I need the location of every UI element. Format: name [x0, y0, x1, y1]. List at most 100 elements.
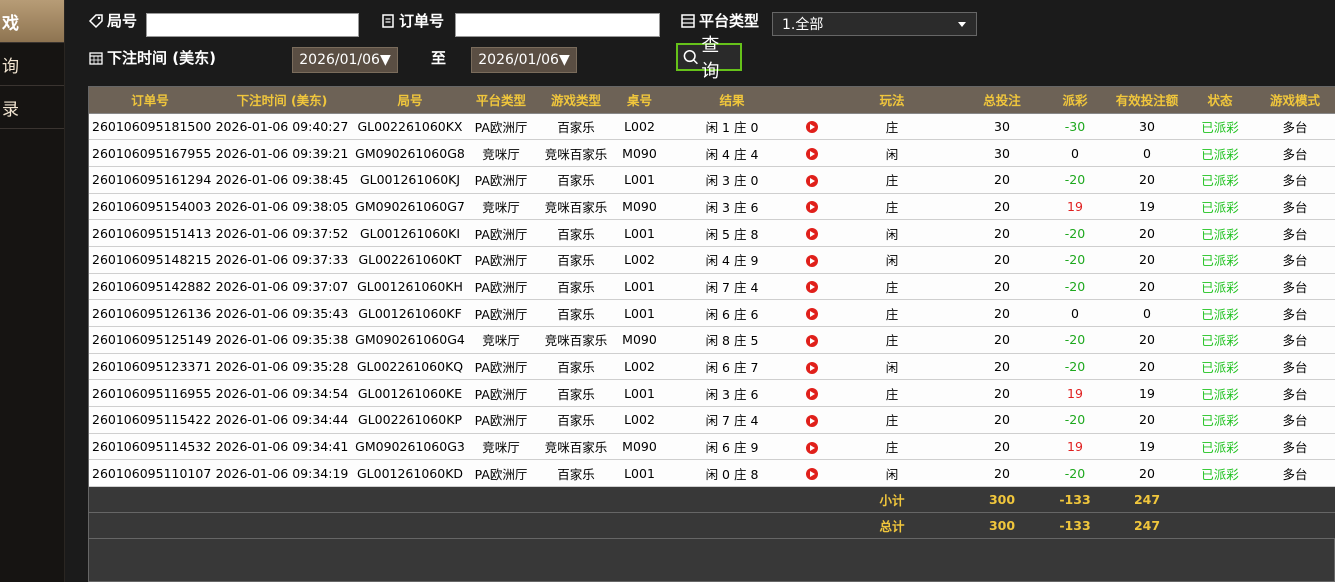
filter-bar: 局号 订单号 平台类型 1.全部 下注时间 (美东) 2026/01/06▼ 至…	[80, 0, 1335, 86]
order-input[interactable]	[455, 13, 660, 37]
video-play-icon[interactable]	[806, 388, 818, 401]
video-play-icon[interactable]	[806, 334, 818, 347]
cell-result: 闲 0 庄 8	[705, 466, 759, 482]
cell-mode: 多台	[1282, 279, 1308, 295]
cell-game-type: 竞咪百家乐	[544, 199, 608, 215]
header-mode: 游戏模式	[1254, 87, 1335, 114]
cell-video[interactable]	[802, 140, 822, 167]
video-play-icon[interactable]	[806, 468, 818, 481]
cell-status: 已派彩	[1201, 413, 1239, 429]
date-from-picker[interactable]: 2026/01/06▼	[292, 47, 398, 73]
cell-status: 已派彩	[1201, 386, 1239, 402]
cell-video[interactable]	[802, 220, 822, 247]
video-play-icon[interactable]	[806, 254, 818, 267]
cell-platform: 竞咪厅	[482, 146, 520, 162]
search-button[interactable]: 查询	[676, 35, 742, 82]
cell-order: 260106095126136	[92, 305, 211, 321]
cell-play: 闲	[885, 466, 899, 482]
video-play-icon[interactable]	[806, 121, 818, 134]
table-row[interactable]: 260106095142882 2026-01-06 09:37:07 GL0012…	[89, 273, 1335, 300]
video-play-icon[interactable]	[806, 308, 818, 321]
cell-mode: 多台	[1282, 199, 1308, 215]
cell-video[interactable]	[802, 193, 822, 220]
cell-order: 260106095154003	[92, 198, 211, 214]
cell-payout: 0	[1071, 145, 1079, 161]
cell-play: 闲	[885, 226, 899, 242]
table-row[interactable]: 260106095116955 2026-01-06 09:34:54 GL0012…	[89, 379, 1335, 407]
sidebar-item-game[interactable]: 戏	[0, 0, 64, 43]
cell-mode: 多台	[1282, 413, 1308, 429]
cell-video[interactable]	[802, 380, 822, 407]
cell-video[interactable]	[802, 113, 822, 140]
cell-table-no: L001	[624, 305, 655, 321]
cell-video[interactable]	[802, 327, 822, 354]
header-payout: 派彩	[1042, 87, 1108, 114]
cell-video[interactable]	[802, 246, 822, 273]
cell-game-type: 百家乐	[557, 119, 595, 135]
sidebar-item-record[interactable]: 录	[0, 86, 64, 129]
cell-game-type: 百家乐	[557, 226, 595, 242]
cell-video[interactable]	[802, 433, 822, 460]
video-play-icon[interactable]	[806, 441, 818, 454]
table-row[interactable]: 260106095114532 2026-01-06 09:34:41 GM0902…	[89, 433, 1335, 460]
cell-mode: 多台	[1282, 333, 1308, 349]
video-play-icon[interactable]	[806, 281, 818, 294]
cell-play: 闲	[885, 146, 899, 162]
video-play-icon[interactable]	[806, 228, 818, 241]
tag-icon	[88, 13, 103, 28]
cell-total-bet: 20	[994, 385, 1010, 401]
cell-total-bet: 20	[994, 332, 1010, 348]
cell-platform: 竞咪厅	[482, 333, 520, 349]
table-row[interactable]: 260106095151413 2026-01-06 09:37:52 GL0012…	[89, 219, 1335, 247]
platform-select[interactable]: 1.全部	[772, 12, 977, 36]
cell-round: GM090261060G8	[355, 145, 465, 161]
header-bet-time: 下注时间 (美东)	[211, 87, 353, 114]
cell-round: GL001261060KI	[359, 225, 461, 241]
round-label: 局号	[88, 10, 137, 31]
cell-round: GL002261060KP	[358, 412, 462, 428]
video-play-icon[interactable]	[806, 174, 818, 187]
cell-round: GL002261060KT	[358, 252, 462, 268]
cell-payout: 19	[1067, 439, 1083, 455]
table-row[interactable]: 260106095154003 2026-01-06 09:38:05 GM0902…	[89, 193, 1335, 220]
video-play-icon[interactable]	[806, 361, 818, 374]
chevron-down-icon	[958, 22, 966, 27]
page: 戏 询 录 局号 订单号 平台类型 1.全部 下注时间 (美东) 2026/01…	[0, 0, 1335, 582]
header-order: 订单号	[89, 87, 211, 114]
cell-video[interactable]	[802, 353, 822, 380]
header-valid-bet: 有效投注额	[1108, 87, 1186, 114]
cell-total-bet: 20	[994, 172, 1010, 188]
date-to-picker[interactable]: 2026/01/06▼	[471, 47, 577, 73]
cell-platform: 竞咪厅	[482, 199, 520, 215]
cell-order: 260106095115422	[92, 412, 211, 428]
video-play-icon[interactable]	[806, 201, 818, 214]
cell-video[interactable]	[802, 300, 822, 327]
total-payout: -133	[1059, 518, 1091, 534]
table-row[interactable]: 260106095123371 2026-01-06 09:35:28 GL0022…	[89, 353, 1335, 380]
cell-result: 闲 6 庄 9	[705, 440, 759, 456]
video-play-icon[interactable]	[806, 414, 818, 427]
table-row[interactable]: 260106095125149 2026-01-06 09:35:38 GM0902…	[89, 326, 1335, 354]
video-play-icon[interactable]	[806, 148, 818, 161]
sidebar-item-label: 录	[2, 99, 19, 120]
cell-valid-bet: 20	[1139, 172, 1155, 188]
table-row[interactable]: 260106095148215 2026-01-06 09:37:33 GL0022…	[89, 246, 1335, 274]
table-row[interactable]: 260106095181500 2026-01-06 09:40:27 GL0022…	[89, 113, 1335, 140]
cell-video[interactable]	[802, 166, 822, 193]
cell-round: GM090261060G3	[355, 439, 465, 455]
total-label: 总计	[879, 519, 905, 535]
cell-bet-time: 2026-01-06 09:34:19	[215, 465, 349, 481]
table-row[interactable]: 260106095126136 2026-01-06 09:35:43 GL0012…	[89, 299, 1335, 327]
cell-video[interactable]	[802, 407, 822, 434]
cell-result: 闲 3 庄 6	[705, 386, 759, 402]
header-table-no: 桌号	[617, 87, 662, 114]
round-input[interactable]	[146, 13, 359, 37]
table-row[interactable]: 260106095167955 2026-01-06 09:39:21 GM0902…	[89, 139, 1335, 167]
cell-game-type: 竞咪百家乐	[544, 333, 608, 349]
sidebar-item-query[interactable]: 询	[0, 43, 64, 86]
table-row[interactable]: 260106095115422 2026-01-06 09:34:44 GL0022…	[89, 406, 1335, 434]
cell-video[interactable]	[802, 273, 822, 300]
table-row[interactable]: 260106095110107 2026-01-06 09:34:19 GL0012…	[89, 459, 1335, 487]
cell-video[interactable]	[802, 460, 822, 487]
table-row[interactable]: 260106095161294 2026-01-06 09:38:45 GL0012…	[89, 166, 1335, 194]
